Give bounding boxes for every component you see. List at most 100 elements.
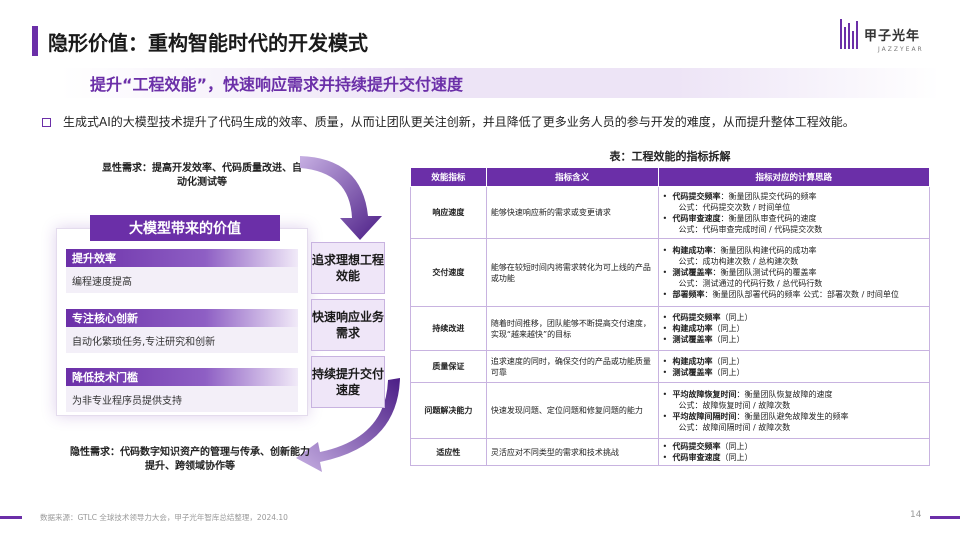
formula-line: • 构建成功率（同上） bbox=[663, 323, 925, 334]
table-header-row: 效能指标 指标含义 指标对应的计算思路 bbox=[410, 167, 931, 187]
table-header-cell: 效能指标 bbox=[410, 167, 487, 187]
meaning-cell: 追求速度的同时，确保交付的产品或功能质量可靠 bbox=[485, 350, 659, 383]
goal-delivery-speed: 持续提升交付速度 bbox=[311, 356, 385, 408]
bullet-dot-icon: • bbox=[662, 411, 668, 421]
meaning-cell: 灵活应对不同类型的需求和技术挑战 bbox=[485, 438, 659, 466]
formula-text: ：衡量团队审查代码的速度 bbox=[720, 213, 817, 223]
value-item-threshold: 降低技术门槛 为非专业程序员提供支持 bbox=[66, 368, 298, 412]
metric-cell: 问题解决能力 bbox=[410, 382, 487, 439]
bullet-dot-icon: • bbox=[662, 213, 668, 223]
value-item-desc: 编程速度提高 bbox=[66, 267, 298, 293]
metric-cell: 质量保证 bbox=[410, 350, 487, 383]
bullet-dot-icon: • bbox=[662, 191, 668, 201]
formula-sub: 公式：测试通过的代码行数 / 总代码行数 bbox=[678, 279, 823, 288]
formula-cell: • 构建成功率：衡量团队构建代码的成功率 公式：成功构建次数 / 总构建次数 • 测试覆… bbox=[657, 238, 931, 307]
subtitle-band: 提升“工程效能”，快速响应需求并持续提升交付速度 bbox=[60, 68, 940, 98]
table-row: 持续改进 随着时间推移，团队能够不断提高交付速度，实现“越来越快”的目标 • 代码提交… bbox=[410, 306, 931, 351]
bullet-dot-icon: • bbox=[662, 389, 668, 399]
table-row: 适应性 灵活应对不同类型的需求和技术挑战 • 代码提交频率（同上） • 代码审查速度（同上… bbox=[410, 438, 931, 466]
bullet-dot-icon: • bbox=[662, 246, 668, 255]
formula-line: • 代码提交频率：衡量团队提交代码的频率 bbox=[663, 191, 925, 202]
source-note: 数据来源：GTLC 全球技术领导力大会，甲子光年智库总结整理，2024.10 bbox=[40, 513, 288, 522]
value-item-innovation: 专注核心创新 自动化繁琐任务,专注研究和创新 bbox=[66, 309, 298, 353]
meaning-cell: 快速发现问题、定位问题和修复问题的能力 bbox=[485, 382, 659, 439]
bullet-dot-icon: • bbox=[662, 268, 668, 277]
bullet-dot-icon: • bbox=[662, 335, 668, 344]
formula-name: 测试覆盖率 bbox=[672, 335, 713, 344]
value-item-efficiency: 提升效率 编程速度提高 bbox=[66, 249, 298, 293]
formula-text: （同上） bbox=[720, 313, 753, 322]
formula-line: • 构建成功率（同上） bbox=[663, 356, 925, 367]
formula-line: • 测试覆盖率（同上） bbox=[663, 367, 925, 378]
formula-text: ：衡量团队部署代码的频率 公式：部署次数 / 时间单位 bbox=[704, 290, 899, 299]
table-row: 响应速度 能够快速响应新的需求或变更请求 • 代码提交频率：衡量团队提交代码的频率 公式… bbox=[410, 186, 931, 239]
footer-accent-right bbox=[930, 516, 960, 519]
formula-text: （同上） bbox=[712, 356, 745, 366]
intro-text: 生成式AI的大模型技术提升了代码生成的效率、质量，从而让团队更关注创新，并且降低… bbox=[63, 115, 855, 129]
meaning-cell: 能够在较短时间内将需求转化为可上线的产品或功能 bbox=[485, 238, 659, 307]
formula-text: ：衡量团队构建代码的成功率 bbox=[712, 246, 817, 255]
formula-name: 平均故障恢复时间 bbox=[672, 389, 737, 399]
metric-cell: 响应速度 bbox=[410, 186, 487, 239]
formula-name: 平均故障间隔时间 bbox=[672, 411, 737, 421]
value-item-title: 提升效率 bbox=[66, 249, 298, 267]
formula-text: （同上） bbox=[712, 324, 745, 333]
formula-name: 构建成功率 bbox=[672, 324, 713, 333]
table-header-cell: 指标含义 bbox=[485, 167, 659, 187]
value-item-title: 降低技术门槛 bbox=[66, 368, 298, 386]
table-caption: 表：工程效能的指标拆解 bbox=[609, 150, 731, 163]
metric-cell: 持续改进 bbox=[410, 306, 487, 351]
value-item-title: 专注核心创新 bbox=[66, 309, 298, 327]
formula-text: ：衡量团队避免故障发生的频率 bbox=[736, 411, 849, 421]
value-box-heading: 大模型带来的价值 bbox=[90, 215, 280, 241]
metric-cell: 交付速度 bbox=[410, 238, 487, 307]
formula-cell: • 代码提交频率（同上） • 代码审查速度（同上） bbox=[657, 438, 931, 466]
formula-text: ：衡量团队恢复故障的速度 bbox=[736, 389, 833, 399]
formula-sub: 公式：故障恢复时间 / 故障次数 bbox=[678, 400, 791, 410]
formula-sub: 公式：代码提交次数 / 时间单位 bbox=[678, 202, 791, 212]
bullet-dot-icon: • bbox=[662, 453, 668, 462]
page-title-text: 隐形价值：重构智能时代的开发模式 bbox=[48, 30, 368, 55]
formula-line: • 代码提交频率（同上） bbox=[663, 312, 925, 323]
page-title: 隐形价值：重构智能时代的开发模式 bbox=[32, 22, 368, 60]
title-accent-bar bbox=[32, 26, 38, 56]
intro-bullet: 生成式AI的大模型技术提升了代码生成的效率、质量，从而让团队更关注创新，并且降低… bbox=[42, 114, 922, 131]
subtitle: 提升“工程效能”，快速响应需求并持续提升交付速度 bbox=[90, 75, 464, 94]
formula-name: 代码提交频率 bbox=[672, 191, 721, 201]
bullet-dot-icon: • bbox=[662, 356, 668, 366]
formula-text: （同上） bbox=[720, 442, 753, 451]
formula-name: 构建成功率 bbox=[672, 356, 713, 366]
formula-line: • 部署频率：衡量团队部署代码的频率 公式：部署次数 / 时间单位 bbox=[663, 289, 925, 300]
formula-cell: • 平均故障恢复时间：衡量团队恢复故障的速度 公式：故障恢复时间 / 故障次数 • 平均… bbox=[657, 382, 931, 439]
formula-text: （同上） bbox=[720, 453, 753, 462]
formula-line: • 代码审查速度（同上） bbox=[663, 452, 925, 463]
formula-text: （同上） bbox=[712, 335, 745, 344]
formula-name: 测试覆盖率 bbox=[672, 367, 713, 377]
formula-sub: 公式：成功构建次数 / 总构建次数 bbox=[678, 257, 799, 266]
formula-line: • 平均故障间隔时间：衡量团队避免故障发生的频率 bbox=[663, 411, 925, 422]
page-number: 14 bbox=[910, 510, 922, 520]
formula-cell: • 代码提交频率（同上） • 构建成功率（同上） • 测试覆盖率（同上） bbox=[657, 306, 931, 351]
formula-line: • 代码审查速度：衡量团队审查代码的速度 bbox=[663, 213, 925, 224]
formula-text: ：衡量团队提交代码的频率 bbox=[720, 191, 817, 201]
formula-sub: 公式：故障间隔时间 / 故障次数 bbox=[678, 422, 791, 432]
formula-name: 代码审查速度 bbox=[672, 213, 721, 223]
logo-text: 甲子光年 bbox=[864, 28, 921, 44]
bullet-dot-icon: • bbox=[662, 367, 668, 377]
meaning-cell: 能够快速响应新的需求或变更请求 bbox=[485, 186, 659, 239]
square-bullet-icon bbox=[42, 118, 51, 127]
formula-name: 代码审查速度 bbox=[672, 453, 721, 462]
formula-text: （同上） bbox=[712, 367, 745, 377]
formula-sub: 公式：代码审查完成时间 / 代码提交次数 bbox=[678, 224, 823, 234]
top-curved-arrow bbox=[300, 156, 382, 240]
bullet-dot-icon: • bbox=[662, 290, 668, 299]
table-row: 质量保证 追求速度的同时，确保交付的产品或功能质量可靠 • 构建成功率（同上） • 测试覆… bbox=[410, 350, 931, 383]
formula-line: • 测试覆盖率：衡量团队测试代码的覆盖率 bbox=[663, 267, 925, 278]
formula-name: 测试覆盖率 bbox=[672, 268, 713, 277]
formula-name: 代码提交频率 bbox=[672, 442, 721, 451]
goal-respond-business: 快速响应业务需求 bbox=[311, 299, 385, 351]
table-header-cell: 指标对应的计算思路 bbox=[657, 167, 931, 187]
formula-cell: • 构建成功率（同上） • 测试覆盖率（同上） bbox=[657, 350, 931, 383]
formula-line: • 测试覆盖率（同上） bbox=[663, 334, 925, 345]
meaning-cell: 随着时间推移，团队能够不断提高交付速度，实现“越来越快”的目标 bbox=[485, 306, 659, 351]
